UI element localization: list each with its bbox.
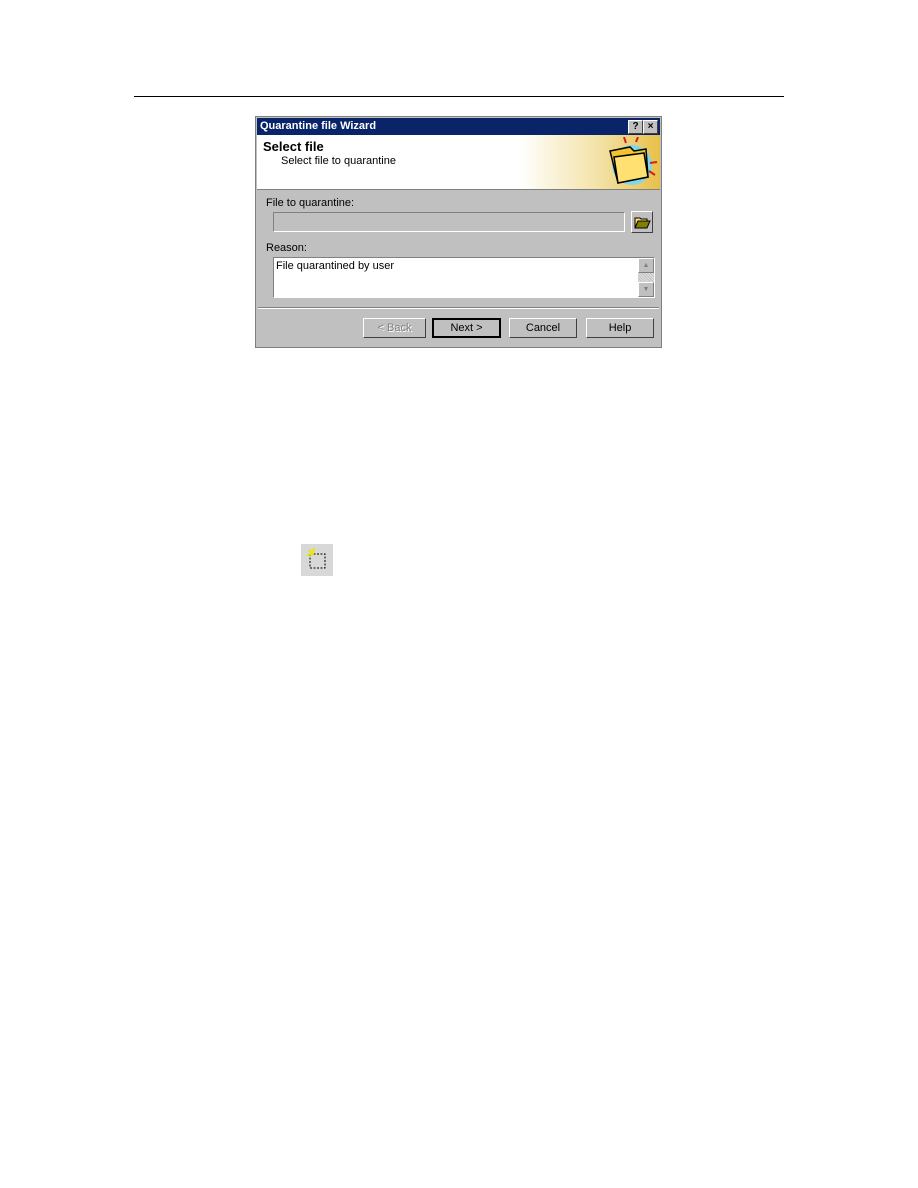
help-button[interactable]: Help (586, 318, 654, 338)
dialog-title: Quarantine file Wizard (260, 120, 377, 132)
help-title-button[interactable]: ? (628, 120, 643, 134)
back-button[interactable]: < Back (363, 318, 426, 338)
open-folder-icon (634, 217, 651, 229)
folder-icon (609, 137, 658, 185)
scroll-down-arrow-icon[interactable]: ▼ (638, 282, 654, 297)
reason-label: Reason: (266, 242, 307, 254)
quarantine-toolbar-icon (301, 544, 333, 576)
step-subtitle: Select file to quarantine (281, 155, 396, 167)
quarantine-wizard-dialog: Quarantine file Wizard ? × Select file S… (255, 116, 662, 348)
next-button[interactable]: Next > (432, 318, 501, 338)
scrollbar[interactable]: ▲ ▼ (638, 258, 654, 297)
reason-textarea[interactable]: File quarantined by user ▲ ▼ (273, 257, 655, 298)
browse-button[interactable] (631, 211, 653, 233)
reason-text: File quarantined by user (276, 260, 395, 272)
cancel-button[interactable]: Cancel (509, 318, 577, 338)
wizard-header: Select file Select file to quarantine (257, 135, 660, 190)
header-rule (134, 96, 784, 97)
title-bar: Quarantine file Wizard ? × (257, 118, 660, 135)
scroll-up-arrow-icon[interactable]: ▲ (638, 258, 654, 273)
separator (258, 307, 659, 309)
file-input[interactable] (273, 212, 625, 232)
step-title: Select file (263, 139, 324, 154)
file-label: File to quarantine: (266, 197, 355, 209)
close-button[interactable]: × (643, 120, 658, 134)
